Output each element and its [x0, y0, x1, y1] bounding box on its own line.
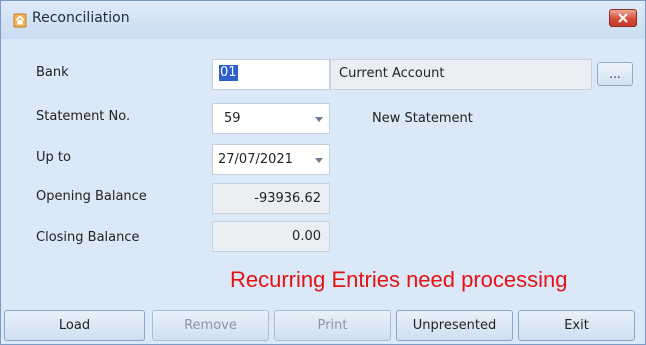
- bank-code-input[interactable]: 01: [212, 59, 330, 90]
- closing-balance-value: 0.00: [292, 229, 321, 244]
- up-to-label: Up to: [36, 150, 71, 165]
- print-button[interactable]: Print: [274, 310, 391, 341]
- statement-no-value: 59: [224, 111, 241, 126]
- browse-button-label: ...: [609, 67, 621, 81]
- window-title: Reconciliation: [32, 10, 130, 26]
- recurring-entries-warning: Recurring Entries need processing: [230, 267, 568, 292]
- load-button-label: Load: [58, 318, 91, 333]
- bank-label: Bank: [36, 65, 69, 80]
- closing-balance-label: Closing Balance: [36, 230, 140, 245]
- opening-balance-label: Opening Balance: [36, 189, 147, 204]
- close-icon: [618, 13, 628, 23]
- exit-button-label: Exit: [564, 318, 589, 333]
- bank-browse-button[interactable]: ...: [597, 62, 633, 86]
- unpresented-button-label: Unpresented: [412, 318, 497, 333]
- print-button-label: Print: [317, 318, 348, 333]
- statement-no-select[interactable]: 59: [212, 103, 330, 134]
- opening-balance-field: -93936.62: [212, 183, 330, 214]
- chevron-down-icon[interactable]: [309, 145, 329, 174]
- statement-status-text: New Statement: [372, 111, 473, 126]
- statement-no-label: Statement No.: [36, 109, 131, 124]
- reconciliation-window: Reconciliation Bank 01 Current Account .…: [0, 0, 646, 345]
- remove-button-label: Remove: [184, 318, 237, 333]
- home-icon: [12, 12, 28, 28]
- bank-account-name: Current Account: [339, 66, 445, 81]
- opening-balance-value: -93936.62: [254, 191, 321, 206]
- bank-account-name-field: Current Account: [330, 59, 592, 90]
- remove-button[interactable]: Remove: [152, 310, 269, 341]
- exit-button[interactable]: Exit: [518, 310, 635, 341]
- load-button[interactable]: Load: [4, 310, 145, 341]
- chevron-down-icon[interactable]: [309, 104, 329, 133]
- up-to-date-value: 27/07/2021: [218, 152, 293, 167]
- closing-balance-field: 0.00: [212, 221, 330, 252]
- close-button[interactable]: [609, 9, 637, 27]
- bank-code-value: 01: [219, 65, 238, 81]
- unpresented-button[interactable]: Unpresented: [396, 310, 513, 341]
- title-bar: Reconciliation: [1, 1, 645, 39]
- up-to-date-picker[interactable]: 27/07/2021: [212, 144, 330, 175]
